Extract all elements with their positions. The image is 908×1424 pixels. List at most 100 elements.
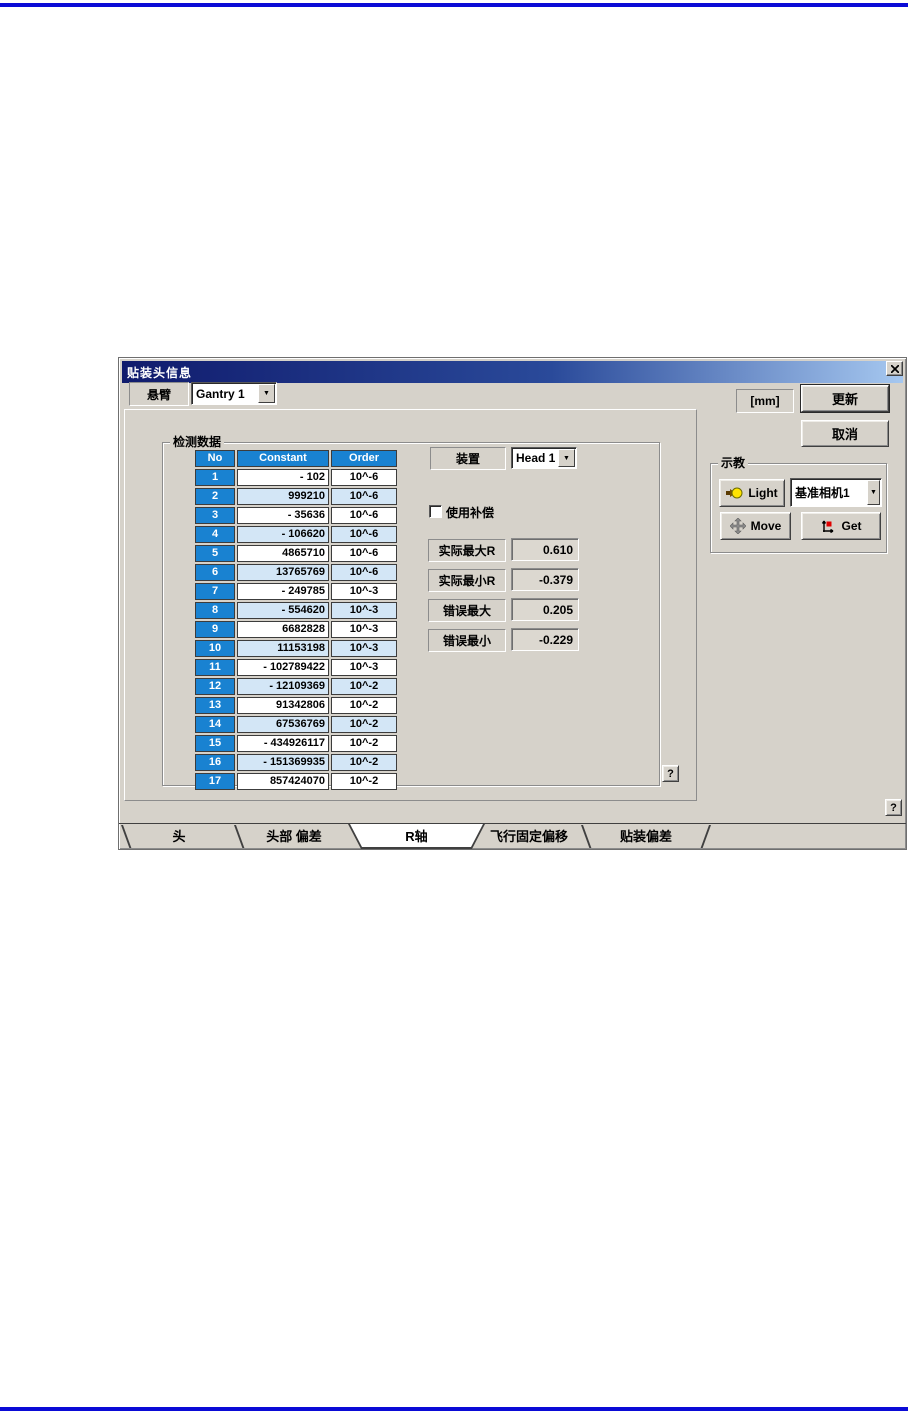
row-constant: - 12109369	[237, 678, 329, 695]
detection-data-table[interactable]: No Constant Order 1- 102 10^-6 2 999210 10^…	[193, 448, 399, 792]
table-header-row: No Constant Order	[195, 450, 397, 467]
row-order: 10^-6	[331, 526, 397, 543]
tab-head[interactable]: 头	[129, 827, 229, 847]
tab-mount-offset[interactable]: 贴装偏差	[596, 827, 696, 847]
table-row[interactable]: 10 11153198 10^-3	[195, 640, 397, 657]
row-constant: 67536769	[237, 716, 329, 733]
move-button-label: Move	[750, 519, 782, 533]
row-order: 10^-3	[331, 659, 397, 676]
error-max-label: 错误最大	[428, 599, 506, 622]
table-row[interactable]: 16- 151369935 10^-2	[195, 754, 397, 771]
row-no: 13	[195, 697, 235, 714]
row-constant: - 434926117	[237, 735, 329, 752]
tab-flight-fixed-offset[interactable]: 飞行固定偏移	[479, 827, 579, 847]
device-value: Head 1	[516, 451, 556, 465]
move-icon	[729, 518, 746, 534]
table-row[interactable]: 9 6682828 10^-3	[195, 621, 397, 638]
actual-max-r-label: 实际最大R	[428, 539, 506, 562]
bottom-rule	[0, 1407, 908, 1411]
error-min-label: 错误最小	[428, 629, 506, 652]
row-order: 10^-6	[331, 488, 397, 505]
gantry-select[interactable]: Gantry 1 ▼	[191, 382, 277, 405]
device-select[interactable]: Head 1 ▼	[511, 447, 577, 469]
table-row[interactable]: 2 999210 10^-6	[195, 488, 397, 505]
table-row[interactable]: 17 857424070 10^-2	[195, 773, 397, 790]
row-order: 10^-2	[331, 697, 397, 714]
row-order: 10^-3	[331, 583, 397, 600]
row-constant: - 151369935	[237, 754, 329, 771]
help-button-inner[interactable]: ?	[662, 765, 679, 782]
row-constant: - 554620	[237, 602, 329, 619]
table-row[interactable]: 5 4865710 10^-6	[195, 545, 397, 562]
row-no: 8	[195, 602, 235, 619]
teach-group-title: 示教	[718, 455, 749, 471]
row-no: 9	[195, 621, 235, 638]
table-row[interactable]: 12- 12109369 10^-2	[195, 678, 397, 695]
row-no: 5	[195, 545, 235, 562]
light-button-label: Light	[748, 486, 778, 500]
tab-separator	[700, 825, 711, 848]
table-row[interactable]: 13 91342806 10^-2	[195, 697, 397, 714]
chevron-down-icon: ▼	[870, 489, 877, 496]
row-no: 6	[195, 564, 235, 581]
camera-select[interactable]: 基准相机1 ▼	[790, 478, 882, 507]
row-constant: 6682828	[237, 621, 329, 638]
detection-data-group: 检测数据 No Constant Order 1- 102 10^-6 2 9992…	[162, 434, 660, 790]
table-row[interactable]: 7- 249785 10^-3	[195, 583, 397, 600]
table-row[interactable]: 11- 102789422 10^-3	[195, 659, 397, 676]
close-button[interactable]	[886, 361, 903, 376]
move-button[interactable]: Move	[720, 512, 791, 540]
document-page: 贴装头信息 悬臂 Gantry 1 ▼ [mm] 更新 取消 检测数据 No C…	[0, 0, 908, 1424]
row-order: 10^-6	[331, 469, 397, 486]
row-constant: - 249785	[237, 583, 329, 600]
table-row[interactable]: 3- 35636 10^-6	[195, 507, 397, 524]
row-no: 12	[195, 678, 235, 695]
row-no: 2	[195, 488, 235, 505]
row-order: 10^-2	[331, 773, 397, 790]
row-constant: 13765769	[237, 564, 329, 581]
row-order: 10^-6	[331, 507, 397, 524]
row-order: 10^-6	[331, 564, 397, 581]
table-row[interactable]: 1- 102 10^-6	[195, 469, 397, 486]
cancel-button[interactable]: 取消	[801, 420, 889, 447]
tab-r-axis[interactable]: R轴	[348, 827, 485, 847]
camera-dropdown-button[interactable]: ▼	[867, 480, 880, 505]
help-button-outer[interactable]: ?	[885, 799, 902, 816]
title-bar[interactable]: 贴装头信息	[122, 361, 903, 383]
get-button[interactable]: Get	[801, 512, 881, 540]
get-button-label: Get	[841, 519, 862, 533]
update-button[interactable]: 更新	[800, 384, 890, 413]
table-row[interactable]: 14 67536769 10^-2	[195, 716, 397, 733]
row-order: 10^-2	[331, 754, 397, 771]
table-row[interactable]: 4- 106620 10^-6	[195, 526, 397, 543]
chevron-down-icon: ▼	[563, 454, 570, 462]
gantry-dropdown-button[interactable]: ▼	[258, 384, 275, 403]
row-no: 11	[195, 659, 235, 676]
row-order: 10^-2	[331, 716, 397, 733]
error-min-value: -0.229	[511, 628, 579, 651]
table-row[interactable]: 15- 434926117 10^-2	[195, 735, 397, 752]
close-icon	[890, 364, 899, 373]
row-order: 10^-6	[331, 545, 397, 562]
row-order: 10^-3	[331, 621, 397, 638]
row-no: 3	[195, 507, 235, 524]
row-no: 14	[195, 716, 235, 733]
device-label: 装置	[430, 447, 506, 470]
light-button[interactable]: Light	[719, 479, 785, 507]
row-no: 17	[195, 773, 235, 790]
device-dropdown-button[interactable]: ▼	[558, 449, 575, 467]
tab-separator	[581, 825, 592, 848]
row-no: 10	[195, 640, 235, 657]
gantry-label: 悬臂	[129, 382, 189, 406]
content-panel: 检测数据 No Constant Order 1- 102 10^-6 2 9992…	[124, 409, 697, 801]
light-icon	[726, 487, 743, 499]
col-header-no: No	[195, 450, 235, 467]
row-no: 4	[195, 526, 235, 543]
use-compensation-checkbox[interactable]	[429, 505, 442, 518]
use-compensation-label: 使用补偿	[446, 506, 495, 520]
tab-head-offset[interactable]: 头部 偏差	[244, 827, 344, 847]
table-row[interactable]: 6 13765769 10^-6	[195, 564, 397, 581]
row-order: 10^-2	[331, 735, 397, 752]
actual-min-r-label: 实际最小R	[428, 569, 506, 592]
table-row[interactable]: 8- 554620 10^-3	[195, 602, 397, 619]
